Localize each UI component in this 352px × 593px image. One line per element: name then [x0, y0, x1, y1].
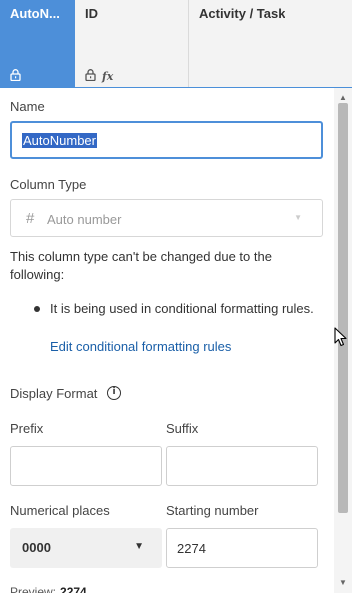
starting-number-value: 2274: [177, 541, 206, 556]
edit-conditional-formatting-link[interactable]: Edit conditional formatting rules: [50, 339, 231, 354]
preview-value: 2274: [60, 585, 87, 593]
numerical-places-value: 0000: [22, 540, 51, 555]
scroll-down-arrow-icon[interactable]: ▼: [339, 578, 347, 587]
column-type-label: Column Type: [10, 177, 87, 192]
sheet-window: AutoN... ID fx Activity / Task Name Auto…: [0, 0, 352, 593]
name-input-value: AutoNumber: [22, 133, 97, 148]
preview-line: Preview: 2274: [10, 585, 87, 593]
column-settings-panel: Name AutoNumber Column Type # Auto numbe…: [0, 88, 352, 593]
column-type-value: Auto number: [47, 212, 122, 227]
type-lock-notice: This column type can't be changed due to…: [10, 249, 272, 282]
column-type-select: # Auto number ▼: [10, 199, 323, 237]
scrollbar-thumb[interactable]: [338, 103, 348, 513]
column-header-id[interactable]: ID fx: [75, 0, 189, 87]
display-format-label: Display Format: [10, 386, 98, 401]
column-title: ID: [85, 6, 98, 21]
prefix-input[interactable]: [10, 446, 162, 486]
prefix-label: Prefix: [10, 421, 44, 436]
name-input[interactable]: AutoNumber: [10, 121, 323, 159]
column-title: Activity / Task: [199, 6, 286, 21]
lock-icon: [85, 68, 96, 86]
scroll-up-arrow-icon[interactable]: ▲: [339, 93, 347, 102]
starting-number-label: Starting number: [166, 503, 259, 518]
chevron-down-icon: ▼: [134, 541, 144, 552]
column-title: AutoN...: [10, 6, 60, 21]
chevron-down-icon: ▼: [294, 213, 302, 222]
column-header-autonumber[interactable]: AutoN...: [0, 0, 75, 87]
info-icon[interactable]: i: [107, 386, 121, 400]
bullet-dot: [34, 306, 40, 312]
name-label: Name: [10, 99, 45, 114]
suffix-label: Suffix: [166, 421, 199, 436]
preview-label: Preview:: [10, 585, 57, 593]
type-lock-reason: It is being used in conditional formatti…: [50, 301, 314, 316]
hash-icon: #: [26, 210, 35, 227]
suffix-input[interactable]: [166, 446, 318, 486]
column-header-activity-task[interactable]: Activity / Task: [189, 0, 352, 87]
lock-icon: [10, 68, 21, 86]
mouse-pointer-icon: [334, 327, 348, 352]
starting-number-input[interactable]: 2274: [166, 528, 318, 568]
formula-icon: fx: [102, 70, 114, 83]
column-header-row: AutoN... ID fx Activity / Task: [0, 0, 352, 88]
numerical-places-label: Numerical places: [10, 503, 110, 518]
numerical-places-select[interactable]: 0000 ▼: [10, 528, 162, 568]
